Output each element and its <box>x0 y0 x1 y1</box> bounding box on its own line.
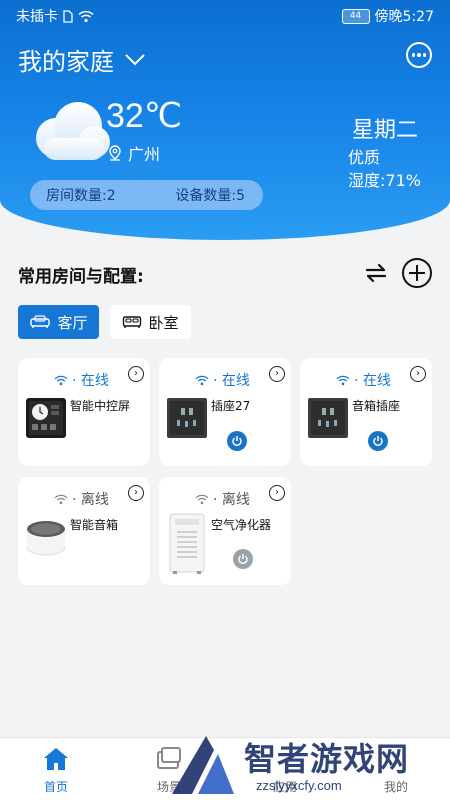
device-card[interactable]: · 在线 › 智能中控屏 <box>18 358 150 466</box>
chevron-right-icon[interactable]: › <box>269 366 285 382</box>
more-options-button[interactable] <box>406 42 432 68</box>
temperature: 32℃ <box>106 97 183 135</box>
battery-level: 44 <box>349 11 362 21</box>
home-name: 我的家庭 <box>18 48 114 76</box>
status-bar: 未插卡 44 傍晚5:27 <box>0 0 450 32</box>
clock: 傍晚5:27 <box>374 9 434 25</box>
device-card[interactable]: · 离线 › 空气净化器 <box>159 477 291 585</box>
chevron-right-icon[interactable]: › <box>128 366 144 382</box>
city-location[interactable]: 广州 <box>108 141 160 165</box>
watermark: 智者游戏网 zzslyyxcfy.com <box>168 730 450 800</box>
status-text: · 在线 <box>213 373 250 389</box>
nav-home[interactable]: 首页 <box>26 738 86 800</box>
power-icon <box>373 436 383 447</box>
power-button[interactable] <box>368 431 388 451</box>
chevron-down-icon <box>125 53 145 65</box>
tab-living-room[interactable]: 客厅 <box>18 305 99 339</box>
chevron-right-icon[interactable]: › <box>410 366 426 382</box>
device-status: · 离线 <box>195 489 250 509</box>
device-name: 插座27 <box>211 399 251 413</box>
device-status: · 在线 <box>195 370 250 390</box>
device-name: 音箱插座 <box>352 399 401 413</box>
air-purifier-icon <box>169 513 205 574</box>
location-pin-icon <box>109 145 121 161</box>
sim-icon <box>63 9 73 23</box>
status-right: 44 傍晚5:27 <box>341 6 434 26</box>
status-text: · 在线 <box>354 373 391 389</box>
status-text: · 离线 <box>72 492 109 508</box>
wifi-icon <box>54 494 68 504</box>
weekday: 星期二 <box>351 118 418 143</box>
device-name: 空气净化器 <box>211 518 272 532</box>
speaker-icon <box>26 521 66 556</box>
dot-icon <box>422 53 427 57</box>
power-icon <box>232 436 242 447</box>
status-text: · 在线 <box>72 373 109 389</box>
device-name: 智能音箱 <box>70 518 119 532</box>
sync-icon[interactable] <box>362 259 390 287</box>
device-status: · 离线 <box>54 489 109 509</box>
watermark-logo-icon <box>172 736 234 794</box>
carrier-text: 未插卡 <box>16 9 58 25</box>
wifi-icon <box>195 375 209 385</box>
device-card[interactable]: · 离线 › 智能音箱 <box>18 477 150 585</box>
sofa-icon <box>30 315 51 328</box>
watermark-url: zzslyyxcfy.com <box>256 778 342 793</box>
humidity: 湿度:71% <box>348 171 421 190</box>
wifi-icon <box>336 375 350 385</box>
tab-label: 卧室 <box>148 313 179 332</box>
status-text: · 离线 <box>213 492 250 508</box>
device-status: · 在线 <box>54 370 109 390</box>
dot-icon <box>417 53 421 57</box>
air-quality: 优质 <box>348 148 381 167</box>
section-title: 常用房间与配置: <box>18 267 144 287</box>
chevron-right-icon[interactable]: › <box>269 485 285 501</box>
power-icon <box>238 554 248 565</box>
power-button[interactable] <box>227 431 247 451</box>
tab-bedroom[interactable]: 卧室 <box>110 305 191 339</box>
room-count: 房间数量:2 <box>46 188 116 204</box>
device-name: 智能中控屏 <box>70 399 131 413</box>
wifi-icon <box>54 375 68 385</box>
device-card[interactable]: · 在线 › 音箱插座 <box>300 358 432 466</box>
power-button[interactable] <box>233 549 253 569</box>
device-status: · 在线 <box>336 370 391 390</box>
bed-icon <box>123 316 142 328</box>
socket-icon <box>308 398 348 438</box>
wifi-icon <box>78 10 94 22</box>
device-count: 设备数量:5 <box>175 188 245 204</box>
city-name: 广州 <box>128 145 161 164</box>
wifi-icon <box>195 494 209 504</box>
home-stats: 房间数量:2 设备数量:5 <box>30 180 263 210</box>
dot-icon <box>411 53 416 57</box>
status-left: 未插卡 <box>16 6 94 26</box>
nav-label: 首页 <box>43 780 68 794</box>
add-button[interactable] <box>402 258 432 288</box>
control-panel-icon <box>26 398 66 438</box>
home-icon <box>44 748 68 770</box>
tab-label: 客厅 <box>57 313 88 332</box>
device-card[interactable]: · 在线 › 插座27 <box>159 358 291 466</box>
home-selector[interactable]: 我的家庭 <box>18 42 146 77</box>
socket-icon <box>167 398 207 438</box>
cloud-icon <box>36 102 110 160</box>
weather-header: 未插卡 44 傍晚5:27 我的家庭 32℃ 广州 星期二 优质 湿度:71% … <box>0 0 450 240</box>
battery-icon: 44 <box>341 8 370 24</box>
watermark-text: 智者游戏网 <box>244 740 410 778</box>
chevron-right-icon[interactable]: › <box>128 485 144 501</box>
